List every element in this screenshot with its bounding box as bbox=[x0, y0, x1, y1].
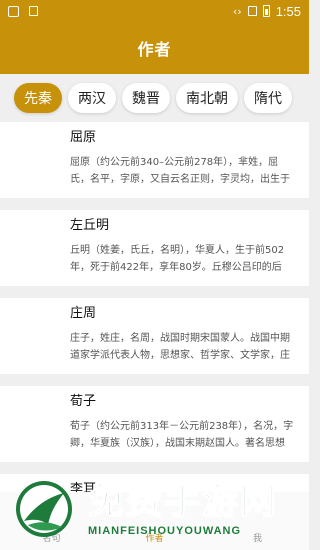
tab-nanbeichao[interactable]: 南北朝 bbox=[176, 83, 238, 113]
watermark-logo-icon bbox=[16, 481, 72, 537]
page-title: 作者 bbox=[137, 40, 172, 59]
author-name: 屈原 bbox=[70, 130, 97, 145]
tab-weijin[interactable]: 魏晋 bbox=[122, 83, 170, 113]
status-time: 1:55 bbox=[275, 3, 301, 19]
tab-suidai[interactable]: 隋代 bbox=[244, 83, 292, 113]
battery-icon bbox=[262, 5, 270, 17]
author-desc: 庄子，姓庄，名周，战国时期宋国蒙人。战国中期道家学派代表人物，思想家、哲学家、文… bbox=[70, 333, 290, 361]
author-desc: 荀子（约公元前313年－公元前238年），名况，字卿，华夏族（汉族），战国末期赵… bbox=[70, 421, 294, 449]
author-name: 荀子 bbox=[70, 394, 97, 409]
author-card[interactable]: 屈原 屈原（约公元前340–公元前278年），芈姓，屈氏，名平，字原，又自云名正… bbox=[0, 122, 309, 198]
author-desc: 屈原（约公元前340–公元前278年），芈姓，屈氏，名平，字原，又自云名正则，字… bbox=[70, 157, 290, 185]
status-left bbox=[8, 5, 38, 17]
tab-xianqin[interactable]: 先秦 bbox=[14, 83, 62, 113]
watermark-text: 免费手游网 MIANFEISHOUYOUWANG bbox=[87, 480, 279, 537]
app-notification-icon bbox=[29, 6, 38, 16]
tab-lianghan[interactable]: 两汉 bbox=[68, 83, 116, 113]
watermark-sub-text: MIANFEISHOUYOUWANG bbox=[88, 525, 242, 537]
author-card[interactable]: 庄周 庄子，姓庄，名周，战国时期宋国蒙人。战国中期道家学派代表人物，思想家、哲学… bbox=[0, 298, 309, 374]
author-card[interactable]: 荀子 荀子（约公元前313年－公元前238年），名况，字卿，华夏族（汉族），战国… bbox=[0, 386, 309, 462]
dynasty-tabs: 先秦 两汉 魏晋 南北朝 隋代 bbox=[0, 74, 309, 122]
app-bar: 作者 bbox=[0, 22, 309, 74]
data-transfer-icon: ‹› bbox=[232, 4, 242, 18]
status-right: ‹› 1:55 bbox=[233, 4, 301, 19]
watermark: 免费手游网 MIANFEISHOUYOUWANG bbox=[0, 468, 309, 550]
author-desc: 丘明（姓姜，氏丘，名明），华夏人，生于前502年，死于前422年，享年80岁。丘… bbox=[70, 245, 285, 273]
watermark-main-text: 免费手游网 bbox=[87, 480, 279, 523]
author-name: 左丘明 bbox=[70, 218, 110, 233]
author-list: 屈原 屈原（约公元前340–公元前278年），芈姓，屈氏，名平，字原，又自云名正… bbox=[0, 122, 309, 492]
author-card[interactable]: 左丘明 丘明（姓姜，氏丘，名明），华夏人，生于前502年，死于前422年，享年8… bbox=[0, 210, 309, 286]
status-bar: ‹› 1:55 bbox=[0, 0, 309, 22]
sim-icon bbox=[247, 6, 257, 16]
notification-icon bbox=[8, 5, 19, 17]
author-name: 庄周 bbox=[70, 306, 97, 321]
